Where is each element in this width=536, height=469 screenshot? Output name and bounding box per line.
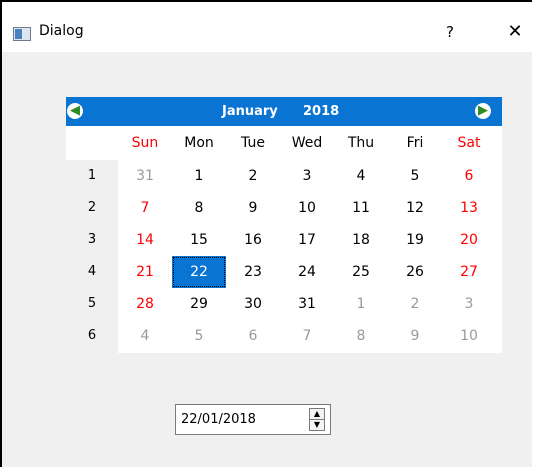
calendar-navigation-bar: ◀ January 2018 ▶ [66,97,502,126]
day-header-sun: Sun [131,135,159,151]
day-cell[interactable]: 30 [226,288,280,320]
day-cell[interactable]: 26 [388,256,442,288]
help-button[interactable]: ? [440,21,460,43]
day-cell[interactable]: 10 [280,192,334,224]
day-cell[interactable]: 13 [442,192,496,224]
day-cell[interactable]: 8 [172,192,226,224]
day-cell[interactable]: 25 [334,256,388,288]
day-cell[interactable]: 9 [226,192,280,224]
day-header-thu: Thu [347,135,375,151]
date-edit-value[interactable]: 22/01/2018 [181,405,256,434]
day-cell[interactable]: 20 [442,224,496,256]
calendar-widget: ◀ January 2018 ▶ 123456 Sun Mon Tue Wed Thu F… [66,97,502,353]
week-number: 3 [87,232,97,247]
day-cell[interactable]: 28 [118,288,172,320]
day-header-tue: Tue [241,135,265,151]
close-button[interactable]: ✕ [502,19,528,45]
day-cell[interactable]: 31 [118,160,172,192]
day-cell[interactable]: 4 [118,320,172,352]
day-header-wed: Wed [291,135,323,151]
week-number: 5 [87,296,97,311]
spin-down-icon[interactable]: ▼ [310,420,324,430]
day-header-sat: Sat [457,135,481,151]
spin-up-icon[interactable]: ▲ [310,409,324,419]
day-cell[interactable]: 14 [118,224,172,256]
day-cell[interactable]: 21 [118,256,172,288]
week-number: 1 [87,168,97,183]
day-header-fri: Fri [406,135,424,151]
app-icon [13,27,31,41]
day-cell[interactable]: 11 [334,192,388,224]
week-number: 4 [87,264,97,279]
day-cell[interactable]: 18 [334,224,388,256]
day-cell[interactable]: 17 [280,224,334,256]
day-cell[interactable]: 9 [388,320,442,352]
day-cell[interactable]: 16 [226,224,280,256]
day-cell[interactable]: 3 [442,288,496,320]
selected-day-cell[interactable]: 22 [172,256,226,288]
day-cell[interactable]: 2 [388,288,442,320]
day-cell[interactable]: 31 [280,288,334,320]
day-cell[interactable]: 15 [172,224,226,256]
day-cell[interactable]: 27 [442,256,496,288]
day-cell[interactable]: 2 [226,160,280,192]
next-month-icon[interactable]: ▶ [475,103,491,119]
date-spin-box[interactable]: ▲ ▼ [309,408,325,431]
week-number: 6 [87,328,97,343]
year-selector[interactable]: 2018 [303,97,339,126]
title-bar[interactable]: Dialog ? ✕ [2,2,534,52]
day-cell[interactable]: 19 [388,224,442,256]
day-header-mon: Mon [184,135,214,151]
day-cell[interactable]: 6 [442,160,496,192]
week-number-column: 1 2 3 4 5 6 [66,126,118,353]
day-cell[interactable]: 4 [334,160,388,192]
day-cell[interactable]: 6 [226,320,280,352]
day-cell[interactable]: 10 [442,320,496,352]
day-cell[interactable]: 1 [334,288,388,320]
day-of-week-header: Sun Mon Tue Wed Thu Fri Sat [66,126,502,160]
date-edit[interactable]: 22/01/2018 ▲ ▼ [175,404,331,435]
day-cell[interactable]: 7 [118,192,172,224]
day-cell[interactable]: 5 [172,320,226,352]
day-cell[interactable]: 5 [388,160,442,192]
day-cell[interactable]: 12 [388,192,442,224]
week-number: 2 [87,200,97,215]
dialog-window: Dialog ? ✕ ◀ January 2018 ▶ 123456 Sun Mo… [0,0,534,467]
day-cell[interactable]: 24 [280,256,334,288]
day-cell[interactable]: 8 [334,320,388,352]
calendar-grid: 31 1 2 3 4 5 6 7 8 9 10 11 12 13 14 15 16 17 18 19 20 21 22 23 2… [118,160,502,353]
day-cell[interactable]: 1 [172,160,226,192]
window-title: Dialog [39,23,84,39]
day-cell[interactable]: 3 [280,160,334,192]
month-selector[interactable]: January [222,97,278,126]
day-cell[interactable]: 29 [172,288,226,320]
day-cell[interactable]: 7 [280,320,334,352]
day-cell[interactable]: 23 [226,256,280,288]
